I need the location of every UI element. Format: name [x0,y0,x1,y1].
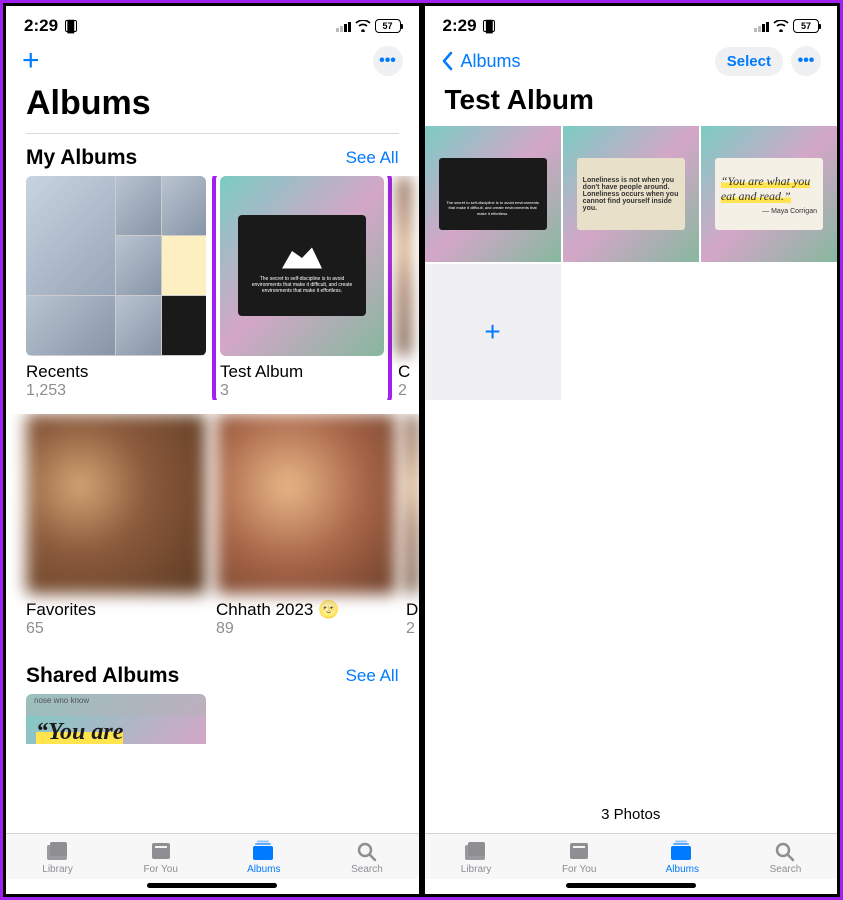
search-icon [771,840,799,862]
album-label: Chhath 2023 🌝 [216,600,396,620]
nav-bar: + ••• [6,42,419,84]
section-shared-head: Shared Albums See All [6,656,419,694]
albums-list-screen: 2:29 ▮ 57 + ••• Albums My Albums See All… [3,3,422,897]
add-photo-tile[interactable]: + [425,264,561,400]
album-label: Favorites [26,600,206,620]
album-label: Test Album [220,362,384,382]
library-icon [462,840,490,862]
album-label: D [406,600,418,620]
photo-count: 3 Photos [425,796,838,833]
album-thumb [26,414,206,594]
more-button[interactable]: ••• [791,46,821,76]
tab-library[interactable]: Library [6,840,109,875]
search-icon [353,840,381,862]
album-item-favorites[interactable]: Favorites 65 [26,414,206,638]
album-title: Test Album [425,84,838,126]
tab-albums[interactable]: Albums [631,840,734,875]
photo-item[interactable]: “You are what you eat and read.”— Maya C… [701,126,837,262]
cellular-icon [754,20,769,32]
photo-grid: The secret to self-discipline is to avoi… [425,126,838,400]
album-thumb [398,176,410,356]
album-thumb [26,176,206,356]
photo-item[interactable]: The secret to self-discipline is to avoi… [425,126,561,262]
home-indicator[interactable] [566,883,696,888]
tab-library[interactable]: Library [425,840,528,875]
tab-bar: Library For You Albums Search [6,833,419,879]
album-thumb [406,414,418,594]
album-item-test-highlighted[interactable]: The secret to self-discipline is to avoi… [212,176,392,400]
status-bar: 2:29 ▮ 57 [6,6,419,42]
nav-bar: Albums Select ••• [425,42,838,84]
wifi-icon [355,20,371,32]
tab-bar: Library For You Albums Search [425,833,838,879]
status-time: 2:29 ▮ [24,16,77,36]
see-all-link[interactable]: See All [346,666,399,686]
portrait-lock-icon: ▮ [483,20,495,32]
status-bar: 2:29 ▮ 57 [425,6,838,42]
status-right: 57 [754,19,819,33]
see-all-link[interactable]: See All [346,148,399,168]
chevron-left-icon [441,51,453,71]
album-item-chhath[interactable]: Chhath 2023 🌝 89 [216,414,396,638]
album-label: Recents [26,362,206,382]
status-time: 2:29 ▮ [443,16,496,36]
photo-item[interactable]: Loneliness is not when you don't have pe… [563,126,699,262]
home-indicator[interactable] [147,883,277,888]
album-count: 1,253 [26,382,206,400]
tab-for-you[interactable]: For You [528,840,631,875]
add-button[interactable]: + [22,46,40,76]
section-my-albums-head: My Albums See All [6,138,419,176]
battery-icon: 57 [793,19,819,33]
library-icon [44,840,72,862]
cellular-icon [336,20,351,32]
status-right: 57 [336,19,401,33]
album-row-1: Recents 1,253 The secret to self-discipl… [6,176,419,400]
more-button[interactable]: ••• [373,46,403,76]
albums-icon [250,840,278,862]
albums-icon [668,840,696,862]
album-item-peek[interactable]: C 2 [398,176,410,400]
section-title: My Albums [26,146,137,170]
shared-album-peek[interactable]: nose wno know“You are [6,694,419,744]
select-button[interactable]: Select [715,47,783,76]
album-row-2: Favorites 65 Chhath 2023 🌝 89 D 2 [6,414,419,638]
album-item-peek[interactable]: D 2 [406,414,418,638]
album-count: 3 [220,382,384,400]
tab-albums[interactable]: Albums [212,840,315,875]
album-thumb [216,414,396,594]
album-count: 89 [216,620,396,638]
for-you-icon [565,840,593,862]
album-count: 65 [26,620,206,638]
for-you-icon [147,840,175,862]
page-title: Albums [6,84,419,133]
album-label: C [398,362,410,382]
album-thumb: The secret to self-discipline is to avoi… [220,176,384,356]
wifi-icon [773,20,789,32]
album-item-recents[interactable]: Recents 1,253 [26,176,206,400]
section-title: Shared Albums [26,664,179,688]
back-button[interactable]: Albums [441,51,521,72]
plus-icon: + [484,316,500,348]
tab-search[interactable]: Search [315,840,418,875]
battery-icon: 57 [375,19,401,33]
album-count: 2 [398,382,410,400]
album-count: 2 [406,620,418,638]
tab-for-you[interactable]: For You [109,840,212,875]
portrait-lock-icon: ▮ [65,20,77,32]
tab-search[interactable]: Search [734,840,837,875]
album-detail-screen: 2:29 ▮ 57 Albums Select ••• Test Album T… [422,3,841,897]
